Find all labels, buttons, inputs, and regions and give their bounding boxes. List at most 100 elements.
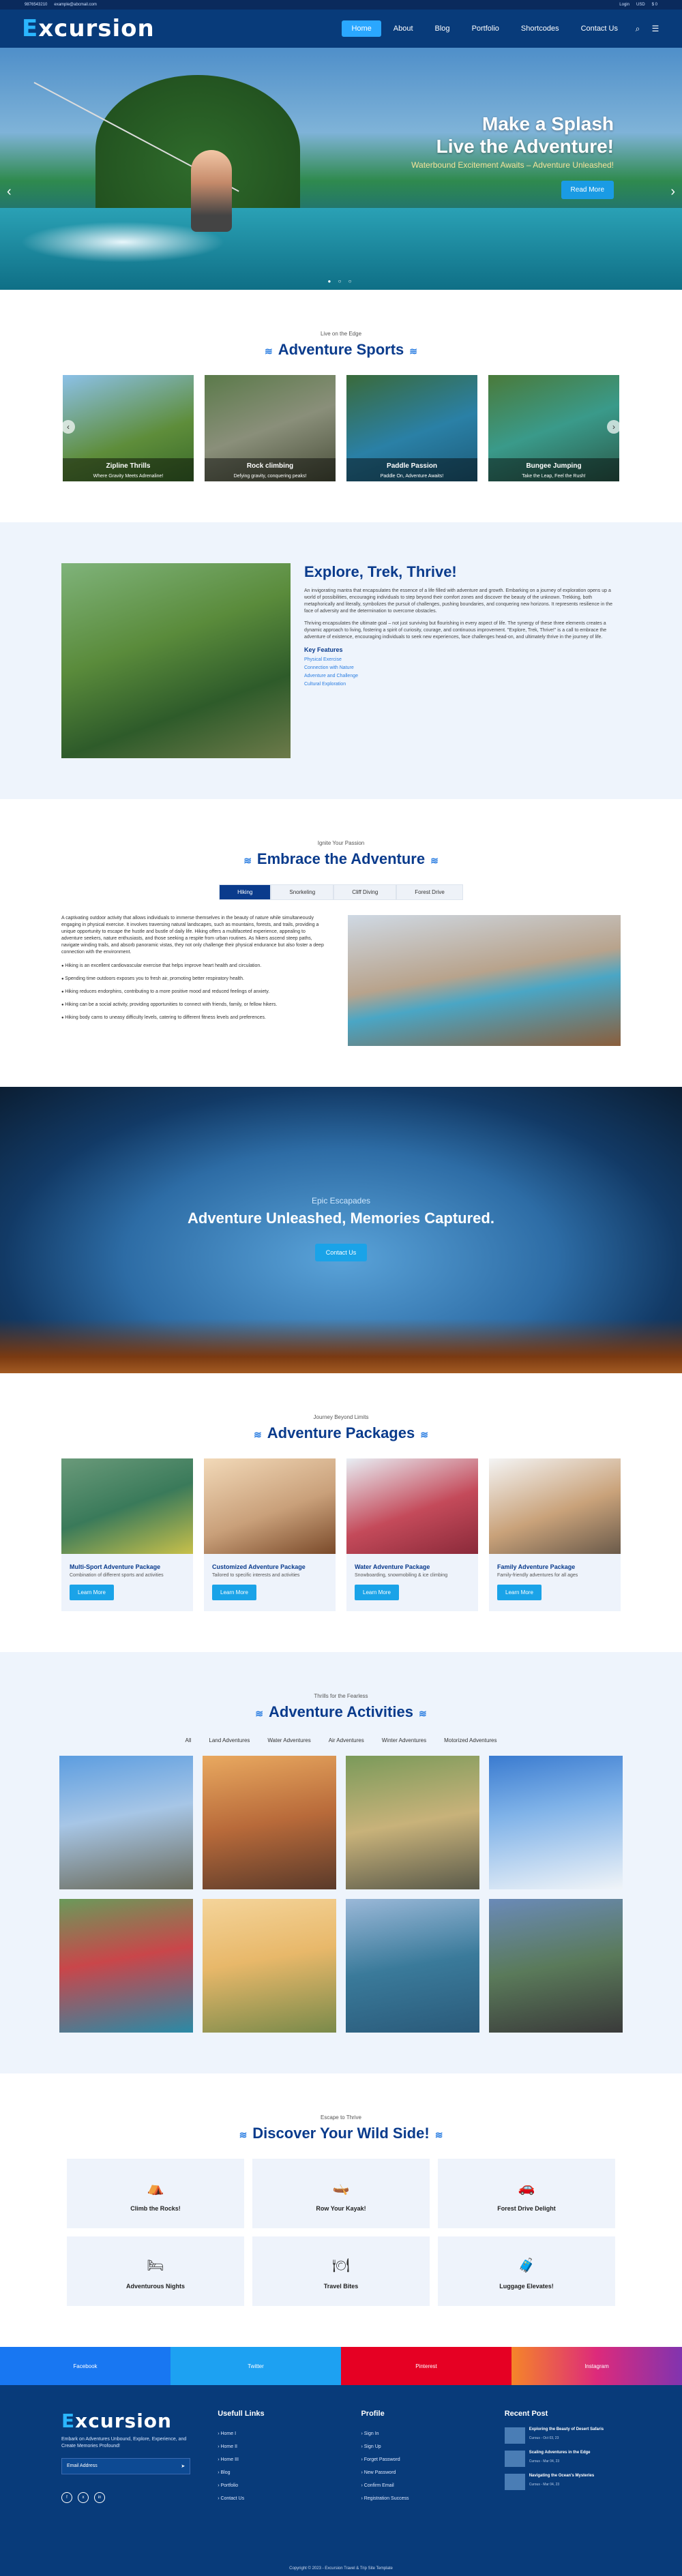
hero-title-1: Make a Splash bbox=[482, 113, 614, 134]
wild-card[interactable]: 🍽 Travel Bites bbox=[252, 2236, 430, 2306]
bullet: Hiking is an excellent cardiovascular ex… bbox=[61, 963, 327, 970]
activity-image[interactable] bbox=[489, 1756, 623, 1889]
activity-image[interactable] bbox=[59, 1899, 193, 2033]
filter-air[interactable]: Air Adventures bbox=[329, 1737, 364, 1743]
footer-link[interactable]: Sign Up bbox=[361, 2440, 477, 2453]
filter-land[interactable]: Land Adventures bbox=[209, 1737, 250, 1743]
footer-link[interactable]: New Password bbox=[361, 2466, 477, 2479]
logo[interactable]: Excursion bbox=[22, 15, 155, 42]
wild-card[interactable]: 🧳 Luggage Elevates! bbox=[438, 2236, 615, 2306]
tab-cliff-diving[interactable]: Cliff Diving bbox=[333, 884, 397, 900]
profile-title: Profile bbox=[361, 2410, 385, 2418]
footer-link[interactable]: Sign In bbox=[361, 2427, 477, 2440]
learn-more-button[interactable]: Learn More bbox=[355, 1585, 399, 1600]
learn-more-button[interactable]: Learn More bbox=[212, 1585, 256, 1600]
sports-title: ≋ Adventure Sports ≋ bbox=[264, 341, 418, 358]
sports-prev-icon[interactable]: ‹ bbox=[61, 420, 75, 434]
nav-home[interactable]: Home bbox=[342, 20, 381, 37]
explore-paragraph: An invigorating mantra that encapsulates… bbox=[304, 588, 613, 614]
nav-portfolio[interactable]: Portfolio bbox=[462, 20, 509, 37]
footer-link[interactable]: Confirm Email bbox=[361, 2479, 477, 2492]
learn-more-button[interactable]: Learn More bbox=[70, 1585, 114, 1600]
nav-blog[interactable]: Blog bbox=[426, 20, 460, 37]
footer-link[interactable]: Home III bbox=[218, 2453, 333, 2466]
menu-icon[interactable]: ☰ bbox=[648, 24, 663, 33]
sport-card[interactable]: Bungee Jumping Take the Leap, Feel the Ru… bbox=[488, 375, 619, 481]
linkedin-icon[interactable]: in bbox=[94, 2492, 105, 2503]
footer-link[interactable]: Contact Us bbox=[218, 2492, 333, 2505]
next-arrow-icon[interactable]: › bbox=[670, 184, 675, 200]
phone[interactable]: 9876543210 bbox=[25, 3, 47, 7]
explore-paragraph: Thriving encapsulates the ultimate goal … bbox=[304, 621, 607, 640]
recent-post[interactable]: Navigating the Ocean's Mysteries Curous -… bbox=[504, 2474, 621, 2490]
learn-more-button[interactable]: Learn More bbox=[497, 1585, 542, 1600]
filter-motorized[interactable]: Motorized Adventures bbox=[444, 1737, 496, 1743]
prev-arrow-icon[interactable]: ‹ bbox=[7, 184, 12, 200]
currency[interactable]: USD bbox=[636, 3, 645, 7]
recent-post[interactable]: Exploring the Beauty of Desert Safaris Cu… bbox=[504, 2427, 621, 2444]
activity-image[interactable] bbox=[346, 1899, 479, 2033]
pinterest-link[interactable]: Pinterest bbox=[341, 2347, 512, 2385]
footer-link[interactable]: Blog bbox=[218, 2466, 333, 2479]
facebook-link[interactable]: Facebook bbox=[0, 2347, 170, 2385]
packages-title: ≋ Adventure Packages ≋ bbox=[254, 1424, 428, 1441]
contact-us-button[interactable]: Contact Us bbox=[314, 1244, 368, 1261]
footer-link[interactable]: Portfolio bbox=[218, 2479, 333, 2492]
sport-card[interactable]: Paddle Passion Paddle On, Adventure Await… bbox=[346, 375, 477, 481]
activity-image[interactable] bbox=[489, 1899, 623, 2033]
filter-winter[interactable]: Winter Adventures bbox=[382, 1737, 426, 1743]
login-link[interactable]: Login bbox=[619, 3, 629, 7]
activity-image[interactable] bbox=[59, 1756, 193, 1889]
wild-card[interactable]: 🚗 Forest Drive Delight bbox=[438, 2159, 615, 2228]
main-nav: Excursion Home About Blog Portfolio Shor… bbox=[0, 10, 682, 48]
filter-all[interactable]: All bbox=[185, 1737, 191, 1743]
activity-image[interactable] bbox=[346, 1756, 479, 1889]
footer-link[interactable]: Registration Success bbox=[361, 2492, 477, 2505]
package-card: Multi-Sport Adventure Package Combination… bbox=[61, 1458, 193, 1611]
sport-card[interactable]: Rock climbing Defying gravity, conquering… bbox=[205, 375, 336, 481]
useful-links-title: Usefull Links bbox=[218, 2410, 265, 2418]
cart[interactable]: $ 0 bbox=[652, 3, 657, 7]
nav-about[interactable]: About bbox=[384, 20, 423, 37]
twitter-link[interactable]: Twitter bbox=[170, 2347, 341, 2385]
slider-dots[interactable]: ● ○ ○ bbox=[0, 278, 682, 284]
facebook-icon[interactable]: f bbox=[61, 2492, 72, 2503]
wild-card[interactable]: 🛶 Row Your Kayak! bbox=[252, 2159, 430, 2228]
wild-card[interactable]: ⛺ Climb the Rocks! bbox=[67, 2159, 244, 2228]
cave-banner: Epic Escapades Adventure Unleashed, Memo… bbox=[0, 1087, 682, 1373]
packages-sub: Journey Beyond Limits bbox=[313, 1414, 369, 1420]
explore-section: Explore, Trek, Thrive! An invigorating m… bbox=[0, 522, 682, 799]
top-bar: 9876543210 example@abcmail.com Login USD $ … bbox=[0, 0, 682, 10]
footer: Excursion Embark on Adventures Unbound, … bbox=[0, 2385, 682, 2576]
cave-title: Adventure Unleashed, Memories Captured. bbox=[188, 1210, 494, 1227]
activity-image[interactable] bbox=[203, 1756, 336, 1889]
footer-link[interactable]: Home I bbox=[218, 2427, 333, 2440]
filter-water[interactable]: Water Adventures bbox=[267, 1737, 310, 1743]
recent-post[interactable]: Scaling Adventures in the Edge Curous - M… bbox=[504, 2451, 621, 2467]
activity-image[interactable] bbox=[203, 1899, 336, 2033]
footer-logo[interactable]: Excursion bbox=[61, 2410, 190, 2432]
read-more-button[interactable]: Read More bbox=[561, 181, 614, 199]
feature-item: Connection with Nature bbox=[304, 665, 354, 670]
x-icon[interactable]: x bbox=[78, 2492, 89, 2503]
wild-sub: Escape to Thrive bbox=[321, 2114, 361, 2121]
recent-post-title: Recent Post bbox=[504, 2410, 548, 2418]
email-field[interactable]: Email Address ➤ bbox=[61, 2458, 191, 2474]
activities-title: ≋ Adventure Activities ≋ bbox=[255, 1703, 427, 1720]
wild-card[interactable]: 🛏 Adventurous Nights bbox=[67, 2236, 244, 2306]
footer-link[interactable]: Home II bbox=[218, 2440, 333, 2453]
sports-next-icon[interactable]: › bbox=[607, 420, 621, 434]
footer-link[interactable]: Forget Password bbox=[361, 2453, 477, 2466]
nav-shortcodes[interactable]: Shortcodes bbox=[512, 20, 569, 37]
tab-forest-drive[interactable]: Forest Drive bbox=[396, 884, 463, 900]
email[interactable]: example@abcmail.com bbox=[54, 3, 96, 7]
tab-hiking[interactable]: Hiking bbox=[219, 884, 271, 900]
nav-contact[interactable]: Contact Us bbox=[572, 20, 627, 37]
sport-card[interactable]: Zipline Thrills Where Gravity Meets Adren… bbox=[63, 375, 194, 481]
embrace-sub: Ignite Your Passion bbox=[317, 840, 365, 846]
search-icon[interactable]: ⌕ bbox=[630, 24, 645, 34]
send-icon[interactable]: ➤ bbox=[181, 2463, 185, 2469]
tab-snorkeling[interactable]: Snorkeling bbox=[271, 884, 334, 900]
instagram-link[interactable]: Instagram bbox=[512, 2347, 682, 2385]
feature-item: Cultural Exploration bbox=[304, 682, 346, 687]
